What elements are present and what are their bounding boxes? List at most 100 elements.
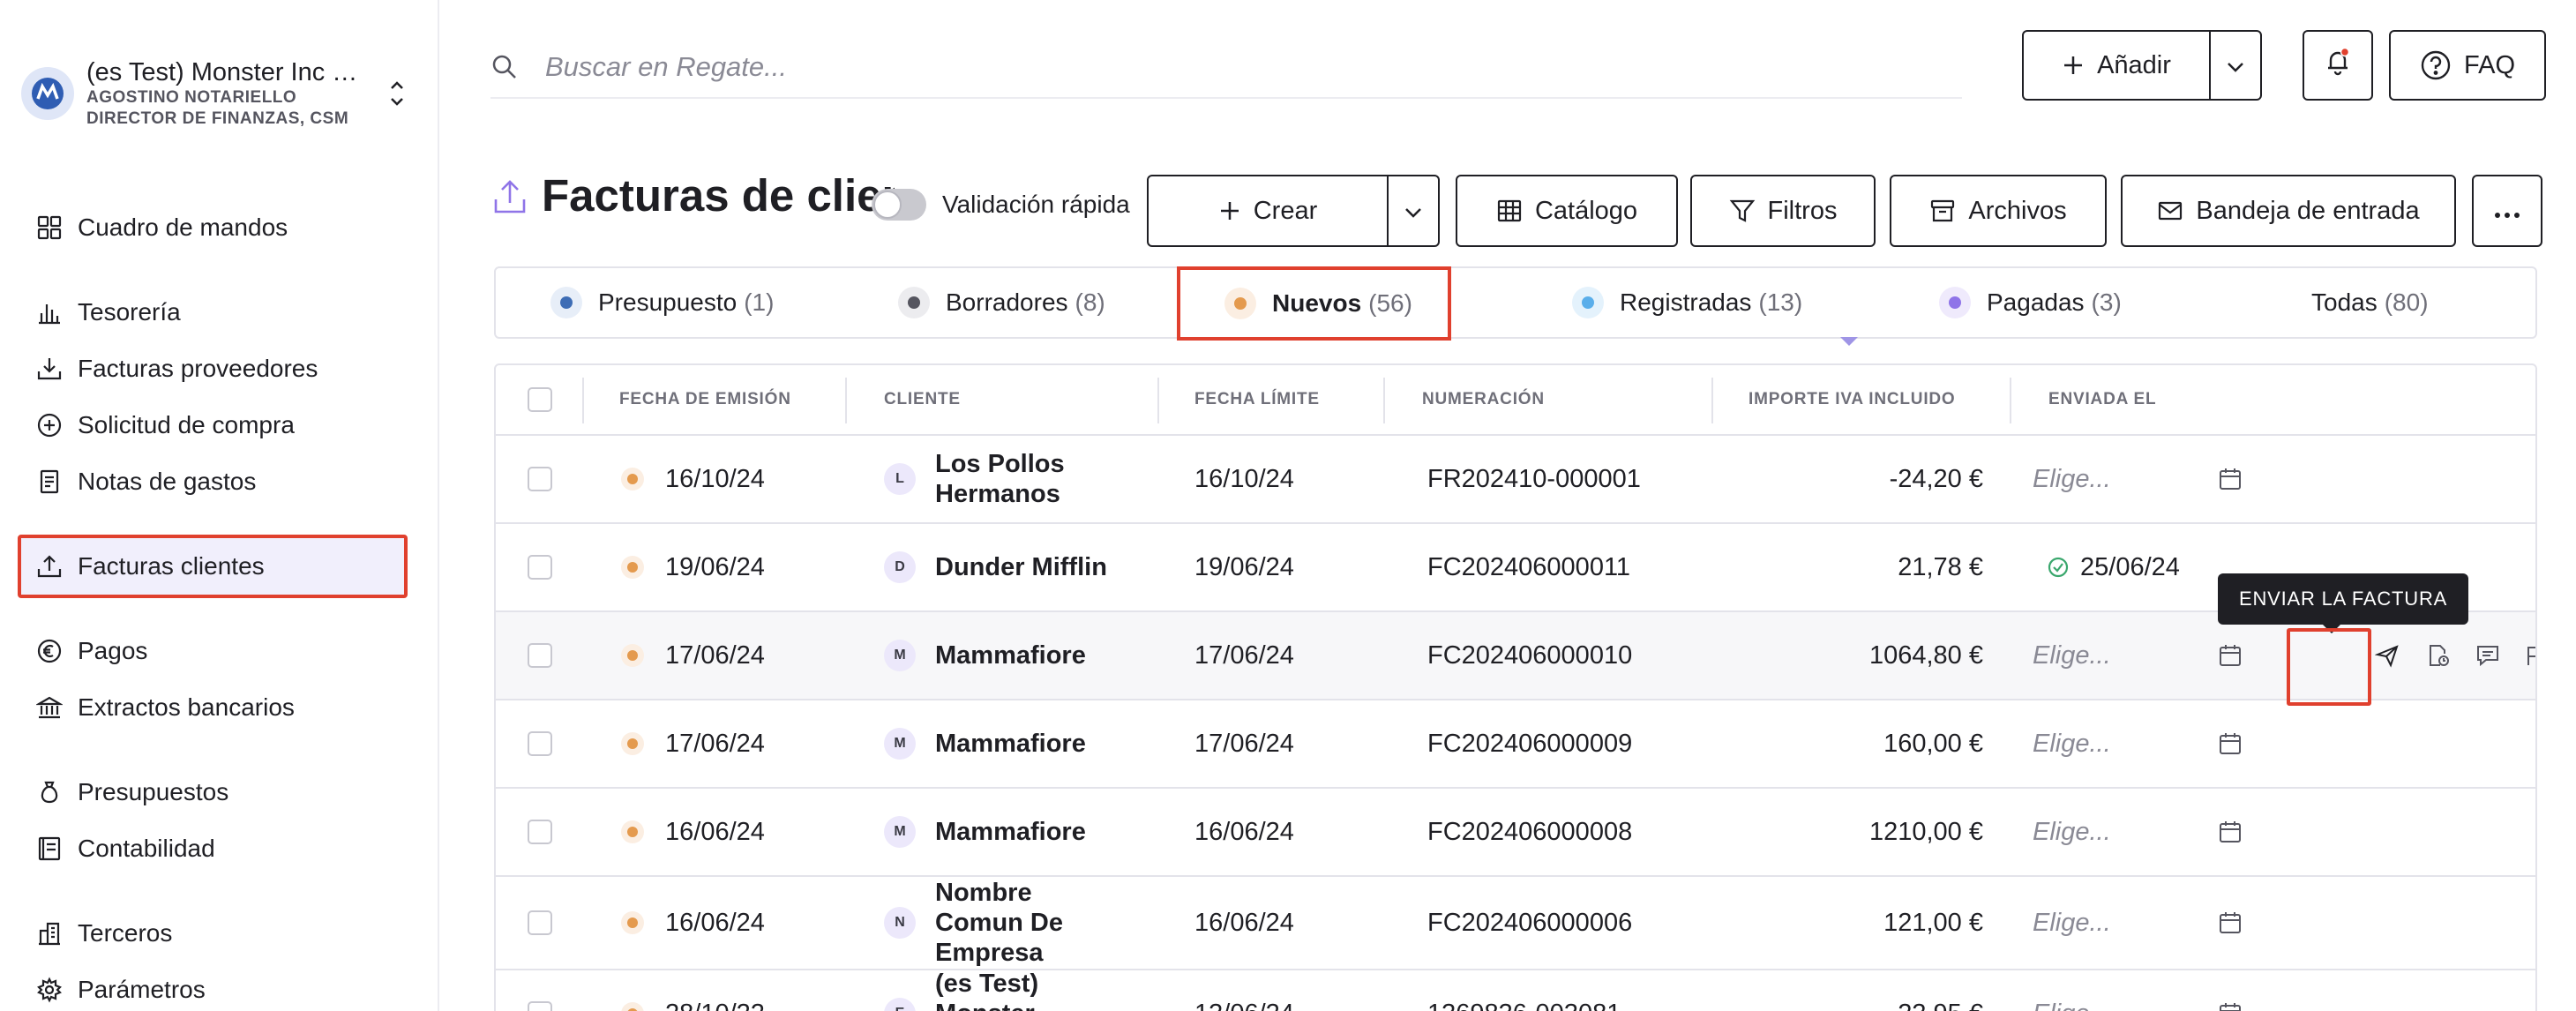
- comment-icon[interactable]: [2470, 612, 2505, 699]
- sent-date-picker[interactable]: Elige...: [2033, 436, 2111, 522]
- sidebar-item-label: Extractos bancarios: [78, 693, 295, 721]
- inbox-button[interactable]: Bandeja de entrada: [2121, 175, 2456, 247]
- tab-count: (8): [1075, 288, 1105, 316]
- sidebar-item-third-parties[interactable]: Terceros: [18, 905, 406, 962]
- calendar-icon[interactable]: [2213, 970, 2248, 1011]
- check-circle-icon: [2047, 556, 2070, 579]
- invoice-number: FC202406000006: [1427, 908, 1633, 937]
- tab-nuevos[interactable]: Nuevos (56): [1177, 266, 1451, 341]
- table-row[interactable]: 16/10/24 L Los Pollos Hermanos 16/10/24 F…: [496, 436, 2535, 524]
- calendar-icon[interactable]: [2213, 789, 2248, 875]
- sidebar-item-payments[interactable]: Pagos: [18, 623, 406, 679]
- filters-label: Filtros: [1767, 196, 1838, 225]
- sent-date-picker[interactable]: Elige...: [2033, 970, 2111, 1011]
- flag-icon[interactable]: [2518, 612, 2535, 699]
- sidebar-item-budgets[interactable]: Presupuestos: [18, 764, 406, 820]
- sidebar-item-bank-statements[interactable]: Extractos bancarios: [18, 679, 406, 736]
- table-row[interactable]: 17/06/24 M Mammafiore 17/06/24 FC20240600…: [496, 700, 2535, 789]
- calendar-icon[interactable]: [2213, 436, 2248, 522]
- tab-pagadas[interactable]: Pagadas (3): [1939, 268, 2122, 337]
- archives-button[interactable]: Archivos: [1890, 175, 2107, 247]
- add-button[interactable]: Añadir: [2024, 32, 2209, 99]
- sidebar-item-supplier-invoices[interactable]: Facturas proveedores: [18, 341, 406, 397]
- download-tray-icon: [34, 353, 65, 385]
- sidebar-item-customer-invoices[interactable]: Facturas clientes: [18, 535, 408, 598]
- sidebar-item-label: Facturas clientes: [78, 552, 265, 580]
- catalog-button[interactable]: Catálogo: [1456, 175, 1678, 247]
- quick-validation-toggle[interactable]: [872, 189, 926, 221]
- sent-date-picker[interactable]: Elige...: [2033, 612, 2111, 699]
- table-row[interactable]: 16/06/24 N Nombre Comun De Empresa 16/06/…: [496, 877, 2535, 970]
- due-date: 17/06/24: [1194, 729, 1294, 758]
- more-options-button[interactable]: [2472, 175, 2542, 247]
- header-issue-date[interactable]: FECHA DE EMISIÓN: [619, 365, 791, 434]
- client-name: Dunder Mifflin: [935, 553, 1107, 581]
- row-checkbox[interactable]: [528, 731, 552, 756]
- send-invoice-icon[interactable]: [2370, 612, 2405, 699]
- create-dropdown-toggle[interactable]: [1389, 176, 1438, 245]
- row-checkbox[interactable]: [528, 1001, 552, 1011]
- notifications-button[interactable]: [2303, 30, 2373, 101]
- table-row[interactable]: 16/06/24 M Mammafiore 16/06/24 FC20240600…: [496, 789, 2535, 877]
- status-tabs: Presupuesto (1) Borradores (8) Nuevos (5…: [494, 266, 2537, 346]
- document-clock-icon[interactable]: [2421, 612, 2456, 699]
- select-all-checkbox[interactable]: [528, 387, 552, 412]
- tab-todas[interactable]: Todas (80): [2311, 268, 2429, 337]
- create-button[interactable]: Crear: [1149, 176, 1387, 245]
- client-avatar: N: [884, 907, 916, 939]
- calendar-icon[interactable]: [2213, 612, 2248, 699]
- row-checkbox[interactable]: [528, 820, 552, 844]
- chevron-up-down-icon[interactable]: [385, 71, 409, 116]
- row-checkbox[interactable]: [528, 555, 552, 580]
- calendar-icon[interactable]: [2213, 877, 2248, 969]
- header-amount[interactable]: IMPORTE IVA INCLUIDO: [1749, 365, 1956, 434]
- sent-date-picker[interactable]: Elige...: [2033, 877, 2111, 969]
- tab-count: (13): [1758, 288, 1803, 316]
- faq-button[interactable]: FAQ: [2389, 30, 2546, 101]
- client-name: Mammafiore: [935, 818, 1086, 846]
- sent-date-picker[interactable]: Elige...: [2033, 789, 2111, 875]
- add-dropdown-toggle[interactable]: [2211, 32, 2260, 99]
- filters-button[interactable]: Filtros: [1690, 175, 1876, 247]
- tab-borradores[interactable]: Borradores (8): [898, 268, 1105, 337]
- client-avatar: L: [884, 463, 916, 495]
- sidebar-item-expense-notes[interactable]: Notas de gastos: [18, 453, 406, 510]
- status-dot: [1939, 287, 1971, 318]
- header-sent-on[interactable]: ENVIADA EL: [2048, 365, 2156, 434]
- calendar-icon[interactable]: [2213, 700, 2248, 787]
- table-header: FECHA DE EMISIÓN CLIENTE FECHA LÍMITE NU…: [496, 365, 2535, 436]
- invoice-amount: 1210,00 €: [1868, 817, 1983, 846]
- sidebar-item-accounting[interactable]: Contabilidad: [18, 820, 406, 877]
- chevron-down-icon: [2226, 51, 2245, 80]
- row-checkbox[interactable]: [528, 910, 552, 935]
- tab-label: Registradas: [1620, 288, 1752, 316]
- header-number[interactable]: NUMERACIÓN: [1422, 365, 1545, 434]
- catalog-label: Catálogo: [1534, 196, 1638, 225]
- search-input[interactable]: [545, 51, 1868, 83]
- sidebar-item-treasury[interactable]: Tesorería: [18, 284, 406, 341]
- more-dots-icon: [2494, 197, 2520, 226]
- tab-presupuesto[interactable]: Presupuesto (1): [550, 268, 774, 337]
- header-client[interactable]: CLIENTE: [884, 365, 961, 434]
- status-dot: [621, 732, 644, 755]
- table-row[interactable]: 17/06/24 M Mammafiore 17/06/24 FC20240600…: [496, 612, 2535, 700]
- sent-date-picker[interactable]: Elige...: [2033, 700, 2111, 787]
- tab-registradas[interactable]: Registradas (13): [1572, 268, 1802, 337]
- archive-box-icon: [1929, 198, 1956, 224]
- sidebar-item-label: Presupuestos: [78, 778, 229, 805]
- sidebar-item-purchase-request[interactable]: Solicitud de compra: [18, 397, 406, 453]
- bell-icon: [2324, 47, 2352, 84]
- client-avatar: D: [884, 551, 916, 583]
- invoice-number: FC202406000010: [1427, 640, 1633, 670]
- organization-switcher[interactable]: (es Test) Monster Inc E... AGOSTINO NOTA…: [21, 58, 409, 129]
- row-checkbox[interactable]: [528, 643, 552, 668]
- organization-name: (es Test) Monster Inc E...: [86, 57, 369, 86]
- sidebar-item-label: Terceros: [78, 919, 173, 947]
- header-due-date[interactable]: FECHA LÍMITE: [1194, 365, 1320, 434]
- due-date: 16/06/24: [1194, 817, 1294, 846]
- table-row[interactable]: 28/10/22 E (es Test) Monster Inc 13/06/24…: [496, 970, 2535, 1011]
- row-checkbox[interactable]: [528, 467, 552, 491]
- archives-label: Archivos: [1968, 196, 2067, 225]
- sidebar-item-settings[interactable]: Parámetros: [18, 962, 406, 1011]
- sidebar-item-dashboard[interactable]: Cuadro de mandos: [18, 199, 406, 256]
